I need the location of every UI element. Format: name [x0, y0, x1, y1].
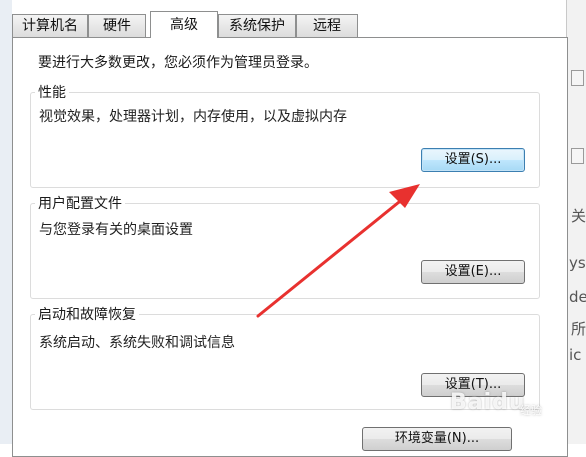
tab-computer-name[interactable]: 计算机名: [12, 14, 88, 37]
background-checkbox: [571, 70, 584, 86]
user-profiles-settings-button[interactable]: 设置(E)...: [421, 260, 525, 284]
startup-recovery-description: 系统启动、系统失败和调试信息: [39, 335, 235, 351]
tab-strip: 计算机名 硬件 高级 系统保护 远程: [12, 11, 572, 38]
background-text: 所: [571, 320, 586, 338]
baidu-watermark: Baidu: [450, 390, 526, 415]
performance-description: 视觉效果，处理器计划，内存使用，以及虚拟内存: [39, 109, 347, 125]
environment-variables-button[interactable]: 环境变量(N)...: [362, 427, 512, 451]
tab-system-protection[interactable]: 系统保护: [218, 14, 296, 37]
admin-notice: 要进行大多数更改，您必须作为管理员登录。: [38, 55, 318, 71]
watermark-subtext: 经验: [520, 404, 542, 417]
background-text: 关: [571, 207, 586, 225]
user-profiles-description: 与您登录有关的桌面设置: [39, 222, 193, 238]
group-title-startup-recovery: 启动和故障恢复: [35, 306, 139, 324]
background-window-left: [0, 0, 12, 444]
tab-remote[interactable]: 远程: [296, 14, 358, 37]
background-text: de: [569, 288, 586, 306]
background-checkbox: [571, 148, 584, 164]
performance-settings-button[interactable]: 设置(S)...: [421, 148, 525, 172]
group-title-user-profiles: 用户配置文件: [35, 195, 125, 213]
tab-hardware[interactable]: 硬件: [88, 14, 146, 37]
group-title-performance: 性能: [35, 84, 69, 102]
tab-advanced[interactable]: 高级: [150, 11, 218, 38]
watermark-brand: Baidu: [450, 390, 526, 415]
background-window-right: 关 ys de 所 ic: [566, 0, 586, 444]
performance-group: 性能 视觉效果，处理器计划，内存使用，以及虚拟内存 设置(S)...: [30, 84, 540, 188]
user-profiles-group: 用户配置文件 与您登录有关的桌面设置 设置(E)...: [30, 195, 540, 299]
background-text: ys: [569, 254, 586, 272]
background-text: ic: [569, 346, 582, 364]
